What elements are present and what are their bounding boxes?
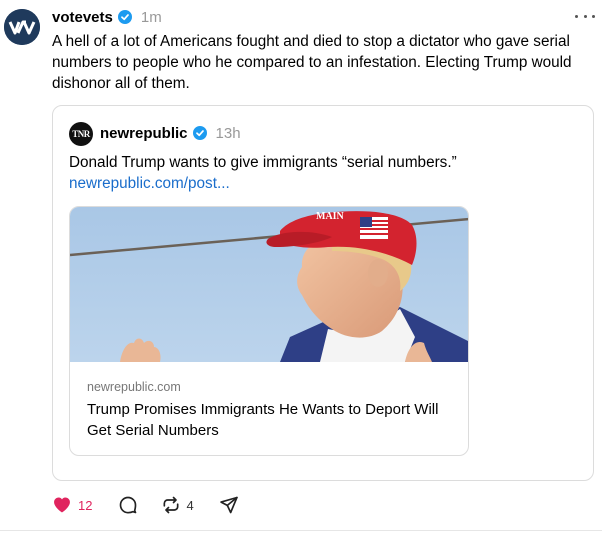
post-divider bbox=[0, 530, 602, 531]
repost-button[interactable]: 4 bbox=[161, 495, 194, 515]
verified-badge-icon bbox=[192, 126, 207, 140]
post-actions: 12 4 bbox=[52, 494, 239, 516]
like-button[interactable]: 12 bbox=[52, 495, 92, 515]
comment-icon bbox=[120, 496, 137, 514]
quoted-post-link[interactable]: newrepublic.com/post... bbox=[69, 173, 230, 194]
author-username[interactable]: votevets bbox=[52, 9, 113, 26]
repost-count: 4 bbox=[186, 497, 194, 513]
share-button[interactable] bbox=[219, 495, 239, 515]
link-preview-card[interactable]: MAIN newrepublic.com Trump Promises Immi… bbox=[69, 206, 469, 456]
quoted-author-username[interactable]: newrepublic bbox=[100, 125, 188, 142]
cap-text: MAIN bbox=[316, 211, 345, 222]
link-preview-domain: newrepublic.com bbox=[87, 380, 181, 394]
post-header: votevets 1m bbox=[52, 7, 162, 27]
quoted-post-timestamp: 13h bbox=[215, 124, 241, 142]
share-icon bbox=[219, 496, 238, 514]
post-timestamp: 1m bbox=[140, 8, 162, 26]
votevets-logo bbox=[4, 9, 40, 45]
author-avatar[interactable] bbox=[4, 9, 40, 45]
repost-icon bbox=[163, 496, 179, 514]
comment-button[interactable] bbox=[118, 495, 138, 515]
link-preview-image: MAIN bbox=[70, 207, 468, 362]
heart-icon bbox=[54, 497, 70, 513]
quoted-post-header: newrepublic 13h bbox=[100, 123, 241, 143]
link-preview-title: Trump Promises Immigrants He Wants to De… bbox=[87, 401, 439, 439]
post-text: A hell of a lot of Americans fought and … bbox=[52, 33, 572, 92]
like-count: 12 bbox=[78, 497, 93, 513]
quoted-author-avatar[interactable]: TNR bbox=[69, 122, 93, 146]
more-options-icon[interactable] bbox=[575, 8, 595, 24]
quoted-post-text: Donald Trump wants to give immigrants “s… bbox=[69, 154, 457, 171]
quoted-post[interactable]: TNR newrepublic 13h Donald Trump wants t… bbox=[52, 105, 594, 481]
verified-badge-icon bbox=[117, 10, 132, 24]
